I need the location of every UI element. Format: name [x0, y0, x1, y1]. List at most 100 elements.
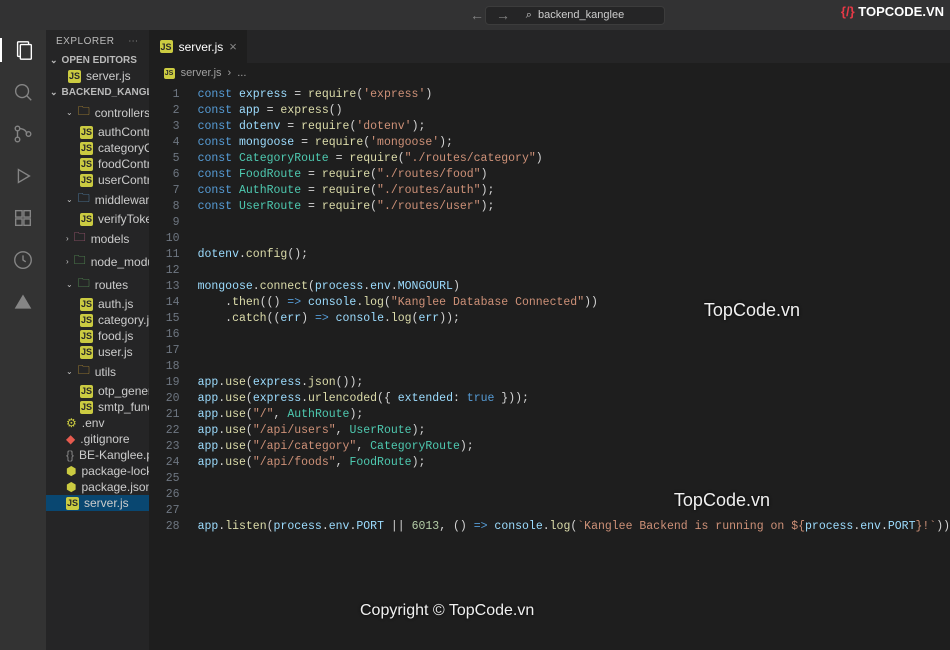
js-icon: JS: [164, 68, 175, 79]
activity-search-icon[interactable]: [11, 80, 35, 104]
folder-item[interactable]: ›🗀node_modules: [46, 250, 149, 273]
item-label: categoryController.js: [98, 141, 149, 155]
file-item[interactable]: JS user.js: [46, 344, 149, 360]
file-item[interactable]: JSverifyToken.js: [46, 211, 149, 227]
activity-debug-icon[interactable]: [11, 164, 35, 188]
item-label: models: [91, 232, 130, 246]
explorer-header: EXPLORER ⋯: [46, 30, 149, 53]
item-label: server.js: [84, 496, 129, 510]
activity-explorer-icon[interactable]: [0, 38, 46, 62]
item-label: package-lock.json: [81, 464, 148, 478]
nav-back-icon[interactable]: ←: [470, 7, 484, 23]
sidebar: EXPLORER ⋯ ⌄ OPEN EDITORS JS server.js ⌄…: [46, 30, 150, 650]
folder-item[interactable]: ⌄ 🗀 middleware: [46, 188, 149, 211]
item-label: auth.js: [98, 297, 133, 311]
folder-item[interactable]: ⌄🗀routes: [46, 273, 149, 296]
js-icon: JS: [80, 142, 93, 155]
chevron-icon: ⌄: [66, 195, 73, 204]
folder-item[interactable]: › 🗀 models: [46, 227, 149, 250]
item-label: utils: [95, 365, 116, 379]
item-label: BE-Kanglee.postman_collecti...: [79, 448, 149, 462]
titlebar-search[interactable]: ⌕ backend_kanglee: [485, 6, 665, 25]
js-icon: JS: [160, 40, 173, 53]
file-icon: ⬢: [66, 464, 76, 478]
file-tree: ⌄🗀controllersJSauthController.jsJScatego…: [46, 101, 149, 511]
file-item[interactable]: {} BE-Kanglee.postman_collecti...: [46, 447, 149, 463]
file-item[interactable]: JSfood.js: [46, 328, 149, 344]
file-item[interactable]: JS foodController.js: [46, 156, 149, 172]
item-label: middleware: [95, 193, 149, 207]
item-label: .env: [82, 416, 105, 430]
file-item[interactable]: JS authController.js: [46, 124, 149, 140]
js-icon: JS: [66, 497, 79, 510]
file-item[interactable]: ⬢ package.json: [46, 479, 149, 495]
js-icon: JS: [80, 298, 93, 311]
chevron-icon: ›: [66, 257, 69, 266]
item-label: node_modules: [91, 255, 149, 269]
folder-icon: 🗀: [78, 189, 90, 210]
file-item[interactable]: JScategory.js: [46, 312, 149, 328]
chevron-icon: ⌄: [66, 108, 73, 117]
open-editors-section[interactable]: ⌄ OPEN EDITORS: [46, 53, 149, 68]
activity-azure-icon[interactable]: [11, 290, 35, 314]
activity-timeline-icon[interactable]: [11, 248, 35, 272]
item-label: category.js: [98, 313, 149, 327]
editor: JS server.js × JS server.js › ... 123456…: [150, 30, 950, 650]
file-icon: ⚙: [66, 416, 77, 430]
file-item[interactable]: ⬢ package-lock.json: [46, 463, 149, 479]
js-icon: JS: [80, 401, 93, 414]
code-area[interactable]: 1234567891011121314151617181920212223242…: [150, 83, 950, 650]
file-item[interactable]: JS smtp_function.js: [46, 399, 149, 415]
explorer-more-icon[interactable]: ⋯: [128, 36, 139, 47]
chevron-down-icon: ⌄: [50, 87, 58, 98]
close-tab-icon[interactable]: ×: [229, 39, 237, 54]
brand-watermark: {/} TOPCODE.VN: [841, 4, 944, 19]
file-icon: ◆: [66, 432, 75, 446]
item-label: user.js: [98, 345, 133, 359]
item-label: smtp_function.js: [98, 400, 149, 414]
item-label: package.json: [81, 480, 148, 494]
breadcrumb[interactable]: JS server.js › ...: [150, 63, 950, 83]
js-icon: JS: [80, 174, 93, 187]
item-label: foodController.js: [98, 157, 149, 171]
file-icon: ⬢: [66, 480, 76, 494]
explorer-title: EXPLORER: [56, 36, 114, 47]
file-item[interactable]: JSuserController.js: [46, 172, 149, 188]
activity-scm-icon[interactable]: [11, 122, 35, 146]
folder-item[interactable]: ⌄🗀utils: [46, 360, 149, 383]
chevron-icon: ›: [66, 234, 69, 243]
chevron-down-icon: ⌄: [50, 55, 58, 66]
js-icon: JS: [80, 346, 93, 359]
item-label: food.js: [98, 329, 133, 343]
activity-bar: [0, 30, 46, 650]
folder-icon: 🗀: [74, 228, 86, 249]
chevron-icon: ⌄: [66, 280, 73, 289]
folder-item[interactable]: ⌄🗀controllers: [46, 101, 149, 124]
titlebar-nav: ← →: [470, 7, 510, 23]
project-section[interactable]: ⌄ BACKEND_KANGLEE 📄 📁 ⟳ ⊟: [46, 84, 149, 101]
js-icon: JS: [80, 158, 93, 171]
nav-forward-icon[interactable]: →: [496, 7, 510, 23]
js-icon: JS: [68, 70, 81, 83]
file-icon: {}: [66, 448, 74, 462]
js-icon: JS: [80, 126, 93, 139]
file-item[interactable]: ⚙ .env: [46, 415, 149, 431]
file-item[interactable]: JS auth.js: [46, 296, 149, 312]
file-item[interactable]: ◆ .gitignore: [46, 431, 149, 447]
file-item[interactable]: JS categoryController.js: [46, 140, 149, 156]
titlebar: ← → ⌕ backend_kanglee {/} TOPCODE.VN: [0, 0, 950, 30]
search-text: backend_kanglee: [538, 9, 624, 21]
folder-icon: 🗀: [78, 102, 90, 123]
activity-extensions-icon[interactable]: [11, 206, 35, 230]
code-content[interactable]: const express = require('express')const …: [192, 83, 950, 650]
item-label: authController.js: [98, 125, 149, 139]
file-item[interactable]: JSotp_generator.js: [46, 383, 149, 399]
folder-icon: 🗀: [78, 274, 90, 295]
item-label: .gitignore: [80, 432, 129, 446]
open-editor-item[interactable]: JS server.js: [46, 68, 149, 84]
item-label: otp_generator.js: [98, 384, 149, 398]
search-icon: ⌕: [526, 9, 532, 22]
tab-server-js[interactable]: JS server.js ×: [150, 30, 248, 63]
line-gutter: 1234567891011121314151617181920212223242…: [150, 83, 192, 650]
file-item[interactable]: JS server.js: [46, 495, 149, 511]
